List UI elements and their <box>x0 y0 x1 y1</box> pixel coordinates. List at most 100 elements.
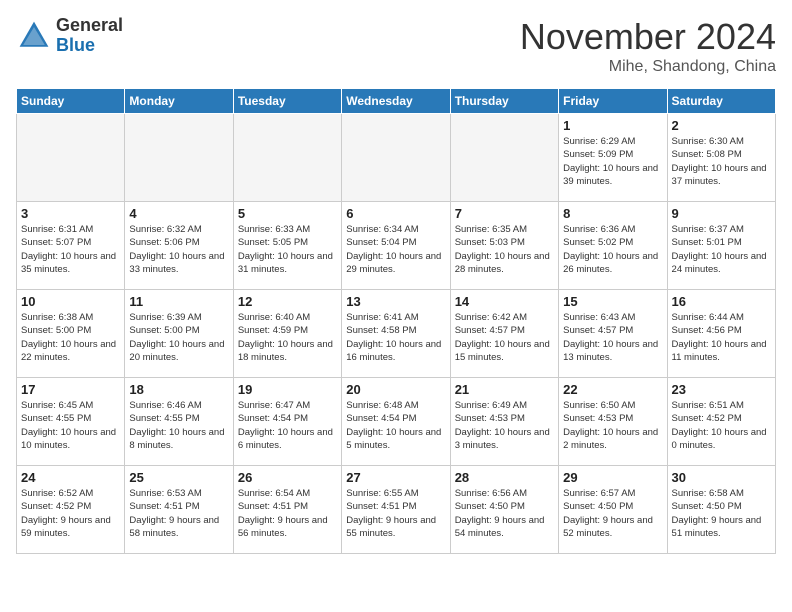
calendar-week-row: 17 Sunrise: 6:45 AM Sunset: 4:55 PM Dayli… <box>17 378 776 466</box>
day-info: Sunrise: 6:54 AM Sunset: 4:51 PM Dayligh… <box>238 487 337 540</box>
calendar-cell: 11 Sunrise: 6:39 AM Sunset: 5:00 PM Dayli… <box>125 290 233 378</box>
day-number: 17 <box>21 382 120 397</box>
day-header-thursday: Thursday <box>450 89 558 114</box>
day-number: 30 <box>672 470 771 485</box>
calendar-cell: 15 Sunrise: 6:43 AM Sunset: 4:57 PM Dayli… <box>559 290 667 378</box>
day-number: 8 <box>563 206 662 221</box>
calendar-cell: 16 Sunrise: 6:44 AM Sunset: 4:56 PM Dayli… <box>667 290 775 378</box>
day-number: 12 <box>238 294 337 309</box>
calendar-cell: 7Sunrise: 6:35 AM Sunset: 5:03 PM Daylig… <box>450 202 558 290</box>
calendar-cell: 14 Sunrise: 6:42 AM Sunset: 4:57 PM Dayli… <box>450 290 558 378</box>
day-number: 23 <box>672 382 771 397</box>
day-number: 28 <box>455 470 554 485</box>
logo-icon <box>16 18 52 54</box>
day-info: Sunrise: 6:46 AM Sunset: 4:55 PM Dayligh… <box>129 399 228 452</box>
page-header: General Blue November 2024 Mihe, Shandon… <box>16 16 776 76</box>
day-info: Sunrise: 6:49 AM Sunset: 4:53 PM Dayligh… <box>455 399 554 452</box>
logo-blue: Blue <box>56 36 123 56</box>
day-header-monday: Monday <box>125 89 233 114</box>
day-number: 3 <box>21 206 120 221</box>
day-info: Sunrise: 6:31 AM Sunset: 5:07 PM Dayligh… <box>21 223 120 276</box>
day-number: 27 <box>346 470 445 485</box>
calendar-week-row: 24Sunrise: 6:52 AM Sunset: 4:52 PM Dayli… <box>17 466 776 554</box>
day-info: Sunrise: 6:55 AM Sunset: 4:51 PM Dayligh… <box>346 487 445 540</box>
calendar-cell: 28 Sunrise: 6:56 AM Sunset: 4:50 PM Dayli… <box>450 466 558 554</box>
day-header-wednesday: Wednesday <box>342 89 450 114</box>
calendar-cell: 9Sunrise: 6:37 AM Sunset: 5:01 PM Daylig… <box>667 202 775 290</box>
calendar-week-row: 1Sunrise: 6:29 AM Sunset: 5:09 PM Daylig… <box>17 114 776 202</box>
day-number: 26 <box>238 470 337 485</box>
calendar-cell: 24Sunrise: 6:52 AM Sunset: 4:52 PM Dayli… <box>17 466 125 554</box>
day-info: Sunrise: 6:45 AM Sunset: 4:55 PM Dayligh… <box>21 399 120 452</box>
calendar-cell: 26 Sunrise: 6:54 AM Sunset: 4:51 PM Dayli… <box>233 466 341 554</box>
calendar-cell: 30 Sunrise: 6:58 AM Sunset: 4:50 PM Dayli… <box>667 466 775 554</box>
calendar-cell: 18 Sunrise: 6:46 AM Sunset: 4:55 PM Dayli… <box>125 378 233 466</box>
day-info: Sunrise: 6:38 AM Sunset: 5:00 PM Dayligh… <box>21 311 120 364</box>
calendar-header-row: SundayMondayTuesdayWednesdayThursdayFrid… <box>17 89 776 114</box>
month-title: November 2024 <box>520 16 776 58</box>
day-number: 29 <box>563 470 662 485</box>
calendar-cell: 25Sunrise: 6:53 AM Sunset: 4:51 PM Dayli… <box>125 466 233 554</box>
calendar-cell: 10Sunrise: 6:38 AM Sunset: 5:00 PM Dayli… <box>17 290 125 378</box>
location-subtitle: Mihe, Shandong, China <box>520 58 776 76</box>
calendar-cell: 4 Sunrise: 6:32 AM Sunset: 5:06 PM Daylig… <box>125 202 233 290</box>
day-number: 2 <box>672 118 771 133</box>
calendar-table: SundayMondayTuesdayWednesdayThursdayFrid… <box>16 88 776 554</box>
logo-text: General Blue <box>56 16 123 56</box>
calendar-cell: 29Sunrise: 6:57 AM Sunset: 4:50 PM Dayli… <box>559 466 667 554</box>
calendar-cell: 8 Sunrise: 6:36 AM Sunset: 5:02 PM Daylig… <box>559 202 667 290</box>
day-number: 13 <box>346 294 445 309</box>
calendar-cell: 1Sunrise: 6:29 AM Sunset: 5:09 PM Daylig… <box>559 114 667 202</box>
calendar-cell: 2 Sunrise: 6:30 AM Sunset: 5:08 PM Daylig… <box>667 114 775 202</box>
calendar-cell: 17 Sunrise: 6:45 AM Sunset: 4:55 PM Dayli… <box>17 378 125 466</box>
calendar-cell: 6Sunrise: 6:34 AM Sunset: 5:04 PM Daylig… <box>342 202 450 290</box>
calendar-cell <box>233 114 341 202</box>
day-number: 25 <box>129 470 228 485</box>
day-info: Sunrise: 6:29 AM Sunset: 5:09 PM Dayligh… <box>563 135 662 188</box>
day-info: Sunrise: 6:39 AM Sunset: 5:00 PM Dayligh… <box>129 311 228 364</box>
day-number: 15 <box>563 294 662 309</box>
day-number: 14 <box>455 294 554 309</box>
calendar-cell: 12 Sunrise: 6:40 AM Sunset: 4:59 PM Dayli… <box>233 290 341 378</box>
day-number: 4 <box>129 206 228 221</box>
day-info: Sunrise: 6:48 AM Sunset: 4:54 PM Dayligh… <box>346 399 445 452</box>
day-info: Sunrise: 6:40 AM Sunset: 4:59 PM Dayligh… <box>238 311 337 364</box>
day-info: Sunrise: 6:50 AM Sunset: 4:53 PM Dayligh… <box>563 399 662 452</box>
day-header-sunday: Sunday <box>17 89 125 114</box>
calendar-cell <box>342 114 450 202</box>
day-info: Sunrise: 6:36 AM Sunset: 5:02 PM Dayligh… <box>563 223 662 276</box>
day-number: 24 <box>21 470 120 485</box>
calendar-cell: 20 Sunrise: 6:48 AM Sunset: 4:54 PM Dayli… <box>342 378 450 466</box>
day-header-saturday: Saturday <box>667 89 775 114</box>
day-info: Sunrise: 6:42 AM Sunset: 4:57 PM Dayligh… <box>455 311 554 364</box>
day-info: Sunrise: 6:56 AM Sunset: 4:50 PM Dayligh… <box>455 487 554 540</box>
day-number: 22 <box>563 382 662 397</box>
calendar-cell: 5Sunrise: 6:33 AM Sunset: 5:05 PM Daylig… <box>233 202 341 290</box>
calendar-cell: 27 Sunrise: 6:55 AM Sunset: 4:51 PM Dayli… <box>342 466 450 554</box>
day-info: Sunrise: 6:58 AM Sunset: 4:50 PM Dayligh… <box>672 487 771 540</box>
day-header-friday: Friday <box>559 89 667 114</box>
calendar-week-row: 10Sunrise: 6:38 AM Sunset: 5:00 PM Dayli… <box>17 290 776 378</box>
day-info: Sunrise: 6:37 AM Sunset: 5:01 PM Dayligh… <box>672 223 771 276</box>
logo-general: General <box>56 16 123 36</box>
day-number: 21 <box>455 382 554 397</box>
day-info: Sunrise: 6:35 AM Sunset: 5:03 PM Dayligh… <box>455 223 554 276</box>
day-info: Sunrise: 6:30 AM Sunset: 5:08 PM Dayligh… <box>672 135 771 188</box>
day-number: 20 <box>346 382 445 397</box>
day-info: Sunrise: 6:32 AM Sunset: 5:06 PM Dayligh… <box>129 223 228 276</box>
day-info: Sunrise: 6:41 AM Sunset: 4:58 PM Dayligh… <box>346 311 445 364</box>
calendar-cell: 13 Sunrise: 6:41 AM Sunset: 4:58 PM Dayli… <box>342 290 450 378</box>
calendar-cell: 21 Sunrise: 6:49 AM Sunset: 4:53 PM Dayli… <box>450 378 558 466</box>
calendar-cell: 19 Sunrise: 6:47 AM Sunset: 4:54 PM Dayli… <box>233 378 341 466</box>
day-number: 11 <box>129 294 228 309</box>
day-info: Sunrise: 6:34 AM Sunset: 5:04 PM Dayligh… <box>346 223 445 276</box>
day-header-tuesday: Tuesday <box>233 89 341 114</box>
day-number: 16 <box>672 294 771 309</box>
day-number: 19 <box>238 382 337 397</box>
day-number: 18 <box>129 382 228 397</box>
day-info: Sunrise: 6:44 AM Sunset: 4:56 PM Dayligh… <box>672 311 771 364</box>
day-number: 5 <box>238 206 337 221</box>
day-info: Sunrise: 6:47 AM Sunset: 4:54 PM Dayligh… <box>238 399 337 452</box>
day-info: Sunrise: 6:43 AM Sunset: 4:57 PM Dayligh… <box>563 311 662 364</box>
calendar-cell: 22 Sunrise: 6:50 AM Sunset: 4:53 PM Dayli… <box>559 378 667 466</box>
